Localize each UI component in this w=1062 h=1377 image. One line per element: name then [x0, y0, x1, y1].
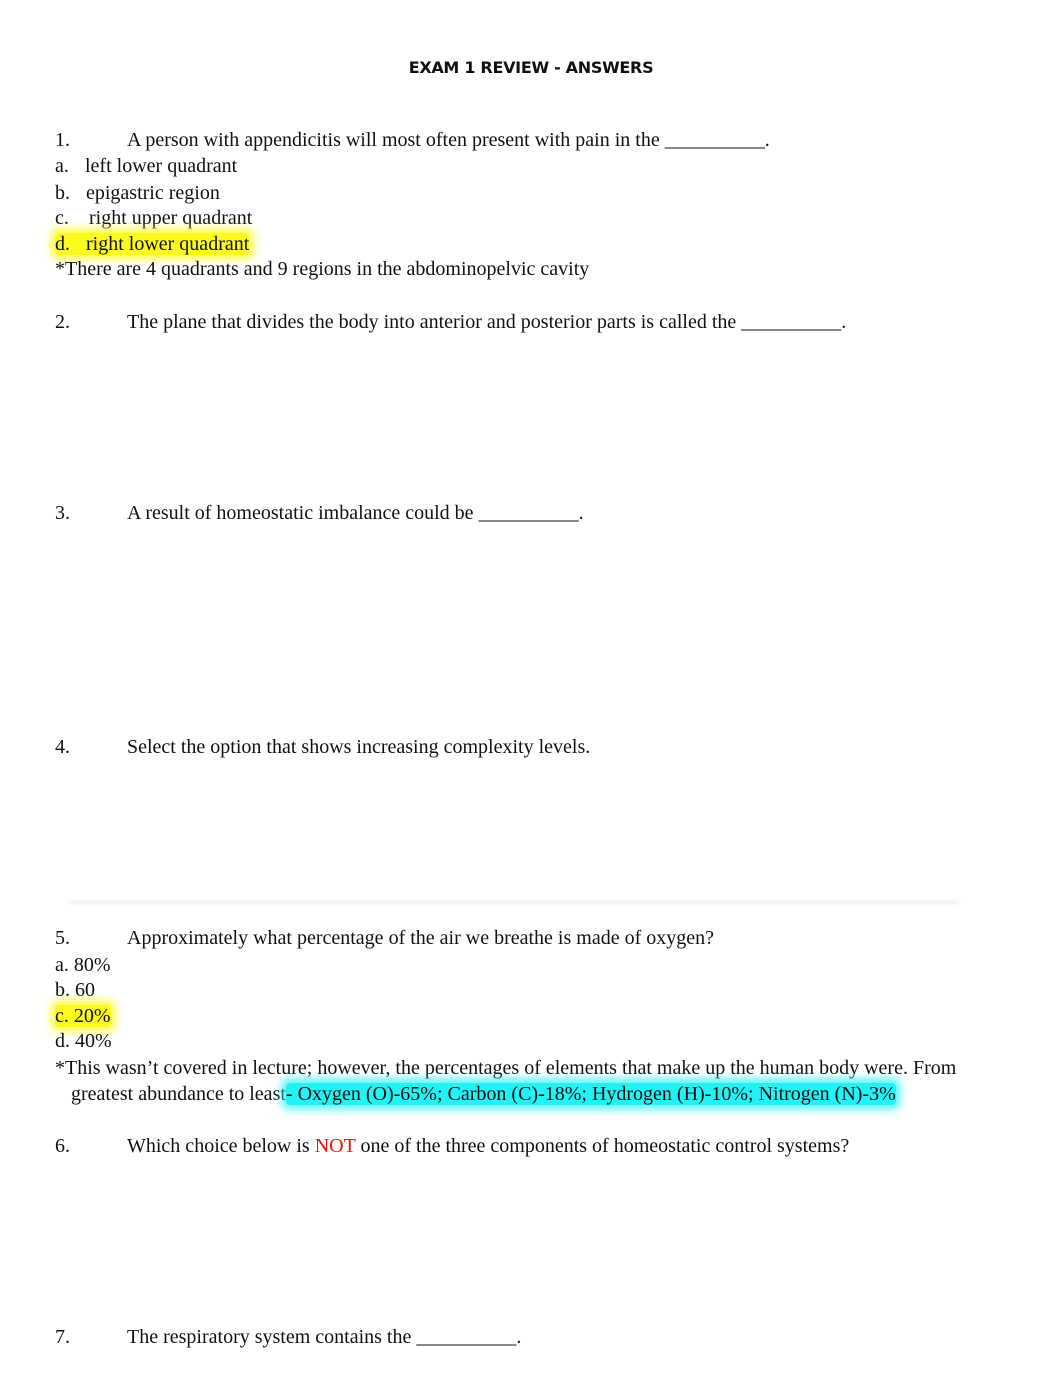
question-number: 6.: [55, 1135, 70, 1157]
question-5: 5. Approximately what percentage of the a…: [55, 926, 714, 950]
option-label: b.: [55, 182, 70, 204]
question-text: Approximately what percentage of the air…: [127, 927, 714, 949]
option-b: b. 60: [55, 978, 95, 1002]
question-number: 7.: [55, 1326, 70, 1348]
answer-highlight: c. 20%: [55, 1005, 111, 1027]
option-text: 80%: [73, 954, 111, 976]
question-7: 7. The respiratory system contains the __…: [55, 1325, 521, 1349]
question-6: 6. Which choice below is NOT one of the t…: [55, 1134, 849, 1158]
question-4: 4. Select the option that shows increasin…: [55, 735, 590, 759]
option-c-correct: c. 20%: [55, 1004, 111, 1028]
note-highlight: - Oxygen (O)-65%; Carbon (C)-18%; Hydrog…: [285, 1083, 896, 1105]
document-title: EXAM 1 REVIEW - ANSWERS: [408, 58, 654, 77]
option-text: epigastric region: [86, 182, 220, 204]
option-a: a. left lower quadrant: [55, 154, 237, 178]
option-label: c.: [55, 207, 69, 229]
option-c: c. right upper quadrant: [55, 206, 252, 230]
option-label: d.: [55, 1030, 70, 1052]
question-text-after: one of the three components of homeostat…: [355, 1135, 850, 1157]
option-text: 20%: [73, 1005, 111, 1027]
question-number: 4.: [55, 736, 70, 758]
option-text: right upper quadrant: [89, 207, 253, 229]
question-text: The respiratory system contains the ____…: [127, 1326, 522, 1348]
option-d: d. 40%: [55, 1029, 112, 1053]
option-label: b.: [55, 979, 70, 1001]
question-1: 1. A person with appendicitis will most o…: [55, 128, 770, 152]
option-label: a.: [55, 155, 69, 177]
question-5-note-line-2: greatest abundance to least- Oxygen (O)-…: [55, 1082, 896, 1106]
question-text: A person with appendicitis will most oft…: [127, 129, 770, 151]
question-2: 2. The plane that divides the body into a…: [55, 310, 846, 334]
question-text: The plane that divides the body into ant…: [127, 311, 847, 333]
question-number: 1.: [55, 129, 70, 151]
option-text: right lower quadrant: [86, 233, 250, 255]
answer-highlight: d. right lower quadrant: [55, 233, 250, 255]
question-number: 5.: [55, 927, 70, 949]
note-plain-text: greatest abundance to least: [71, 1083, 286, 1105]
option-b: b. epigastric region: [55, 181, 220, 205]
option-label: a.: [55, 954, 69, 976]
option-text: left lower quadrant: [85, 155, 238, 177]
question-text-before: Which choice below is: [127, 1135, 315, 1157]
option-label: c.: [55, 1005, 69, 1027]
option-text: 60: [75, 979, 95, 1001]
question-text: Select the option that shows increasing …: [127, 736, 591, 758]
question-5-note-line-1: *This wasn’t covered in lecture; however…: [55, 1057, 957, 1079]
question-text: A result of homeostatic imbalance could …: [127, 502, 584, 524]
option-a: a. 80%: [55, 953, 111, 977]
question-number: 3.: [55, 502, 70, 524]
option-text: 40%: [75, 1030, 112, 1052]
question-number: 2.: [55, 311, 70, 333]
page-divider: [68, 901, 958, 904]
question-1-note: *There are 4 quadrants and 9 regions in …: [55, 258, 590, 280]
emphasis-not: NOT: [314, 1135, 356, 1157]
question-3: 3. A result of homeostatic imbalance coul…: [55, 501, 584, 525]
option-d-correct: d. right lower quadrant: [55, 232, 250, 256]
option-label: d.: [55, 233, 70, 255]
